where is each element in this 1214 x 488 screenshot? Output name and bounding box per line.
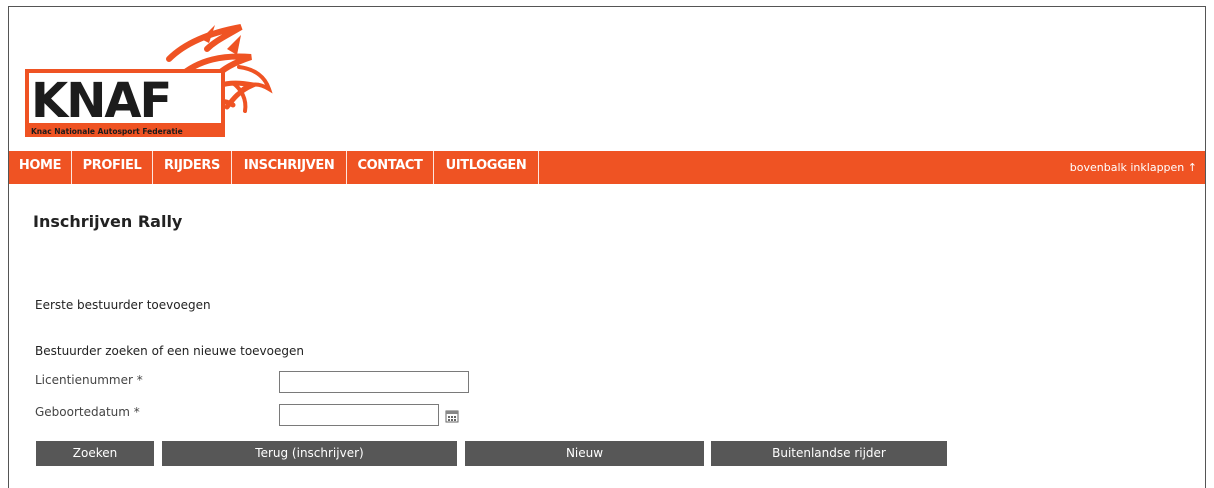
foreign-driver-button[interactable]: Buitenlandse rijder [711, 441, 947, 466]
nav-inschrijven[interactable]: INSCHRIJVEN [232, 151, 346, 184]
logo-tagline: Knac Nationale Autosport Federatie [31, 127, 183, 136]
nav-uitloggen[interactable]: UITLOGGEN [434, 151, 538, 184]
nav-contact[interactable]: CONTACT [347, 151, 433, 184]
license-number-input[interactable] [279, 371, 469, 393]
logo-wordmark: KNAF [31, 73, 170, 129]
page-frame: KNAF Knac Nationale Autosport Federatie … [8, 6, 1206, 488]
search-button[interactable]: Zoeken [36, 441, 154, 466]
nav-rijders[interactable]: RIJDERS [153, 151, 231, 184]
back-to-registrant-button[interactable]: Terug (inschrijver) [162, 441, 457, 466]
section-subtitle: Eerste bestuurder toevoegen [35, 298, 211, 312]
collapse-header-link[interactable]: bovenbalk inklappen ↑ [1070, 151, 1197, 184]
nav-divider [538, 151, 539, 184]
nav-profiel[interactable]: PROFIEL [72, 151, 152, 184]
knaf-logo-graphic: KNAF Knac Nationale Autosport Federatie [25, 24, 273, 137]
search-heading: Bestuurder zoeken of een nieuwe toevoege… [35, 344, 304, 358]
page-title: Inschrijven Rally [33, 212, 183, 231]
birthdate-label: Geboortedatum * [35, 405, 140, 419]
license-label: Licentienummer * [35, 373, 143, 387]
calendar-icon[interactable] [445, 409, 459, 423]
birthdate-input[interactable] [279, 404, 439, 426]
main-navbar: HOME PROFIEL RIJDERS INSCHRIJVEN CONTACT… [9, 151, 1205, 184]
knaf-logo[interactable]: KNAF Knac Nationale Autosport Federatie [19, 19, 273, 139]
nav-home[interactable]: HOME [9, 151, 71, 184]
new-driver-button[interactable]: Nieuw [465, 441, 704, 466]
